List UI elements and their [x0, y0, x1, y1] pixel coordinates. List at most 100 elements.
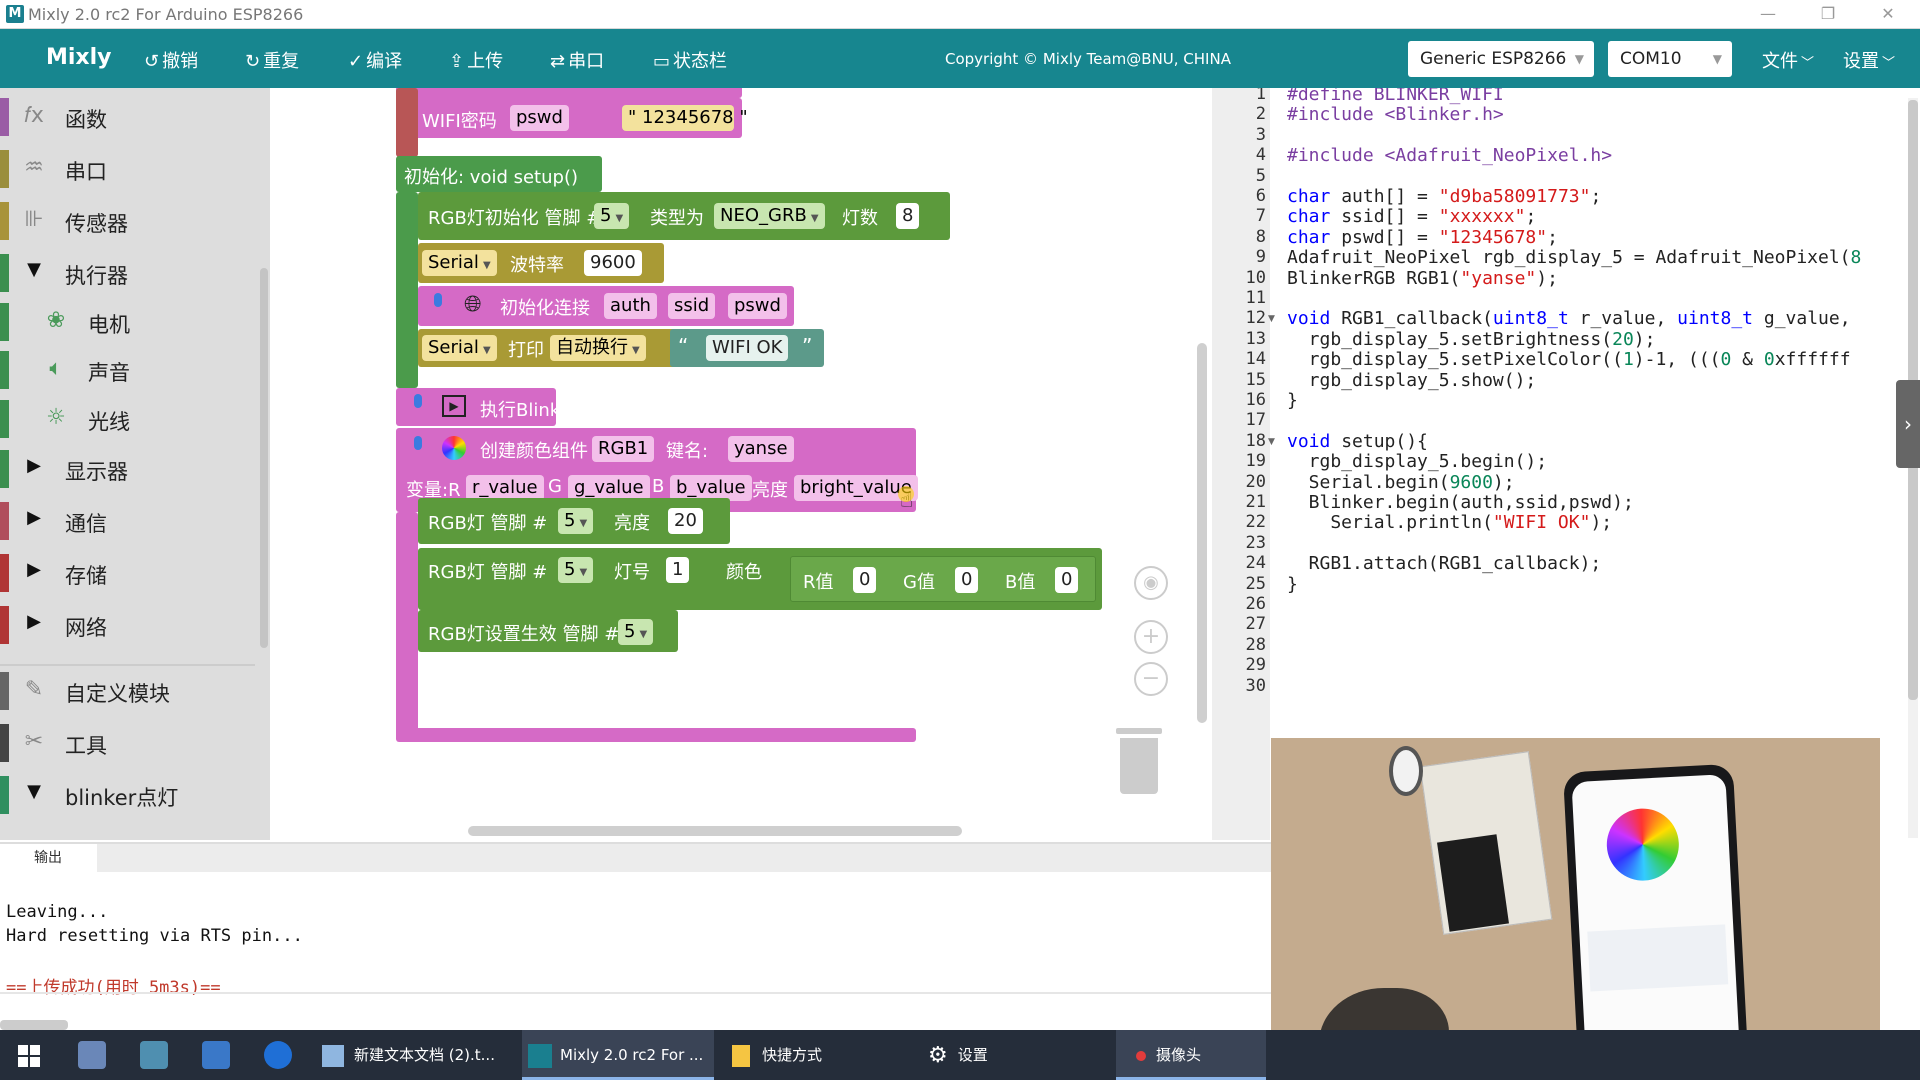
wifi-ssid-block[interactable] — [396, 88, 742, 98]
serial-button[interactable]: ⇄ 串口 — [550, 47, 604, 73]
output-scrollbar[interactable] — [0, 1020, 68, 1030]
line-number: 3 — [1255, 124, 1266, 145]
rgb-init-pin-select[interactable]: 5 ▼ — [594, 203, 630, 229]
sidebar-item-label: 光线 — [88, 410, 130, 434]
workspace-horizontal-scrollbar[interactable] — [468, 826, 962, 836]
r-val[interactable]: 0 — [853, 567, 877, 593]
sidebar-scrollbar[interactable] — [260, 268, 268, 648]
rgb-brightness-value[interactable]: 20 — [668, 508, 703, 534]
panel-toggle-chevron-icon[interactable]: › — [1896, 380, 1920, 468]
brand-logo[interactable]: Mixly — [46, 45, 112, 70]
rgb-init-block[interactable]: RGB灯初始化 管脚 # 5 ▼ 类型为 NEO_GRB ▼ 灯数 8 — [418, 192, 950, 240]
rgb-brightness-pin-select[interactable]: 5 ▼ — [558, 508, 594, 534]
sidebar-item-sound[interactable]: 🔈︎ 声音 — [0, 347, 260, 393]
line-number: 24 — [1245, 553, 1266, 574]
file-menu-label: 文件 — [1762, 51, 1798, 72]
rgb-color-block[interactable]: RGB灯 管脚 # 5 ▼ 灯号 1 颜色 R值 0 G值 0 B值 0 — [418, 548, 1102, 610]
start-windows-icon[interactable] — [18, 1045, 40, 1067]
workspace-vertical-scrollbar[interactable] — [1197, 343, 1207, 723]
auth-var[interactable]: auth — [604, 293, 657, 319]
compile-button[interactable]: ✓ 编译 — [348, 47, 402, 73]
run-blinker-block[interactable]: ▶ 执行Blinker — [396, 388, 578, 426]
g-val[interactable]: 0 — [955, 567, 979, 593]
port-select[interactable]: COM10 ▼ — [1608, 41, 1732, 77]
blinker-init-block[interactable]: 🌐︎ 初始化连接 auth ssid pswd — [418, 286, 794, 326]
line-number: 20 — [1245, 471, 1266, 492]
baud-value[interactable]: 9600 — [584, 250, 642, 276]
wifi-password-var[interactable]: pswd — [510, 105, 569, 131]
serial-baud-block[interactable]: Serial ▼ 波特率 9600 — [418, 243, 664, 283]
taskbar-item-shortcut[interactable]: 快捷方式 — [728, 1030, 890, 1080]
taskbar-item-settings[interactable]: ⚙ 设置 — [928, 1030, 1090, 1080]
sidebar-item-network[interactable]: ▶ 网络 — [0, 602, 260, 648]
taskbar-item-camera[interactable]: 摄像头 — [1116, 1030, 1266, 1080]
fold-arrow-icon[interactable]: ▼ — [1268, 314, 1275, 324]
rgb-color-num[interactable]: 1 — [666, 557, 690, 583]
maximize-button[interactable]: ❐ — [1806, 3, 1850, 25]
sidebar-item-light[interactable]: ☼ 光线 — [0, 396, 260, 442]
setup-block[interactable]: 初始化: void setup() — [396, 156, 602, 192]
color-component-spine — [396, 512, 418, 736]
file-menu[interactable]: 文件 ﹀ — [1762, 47, 1814, 73]
fold-arrow-icon[interactable]: ▼ — [1268, 437, 1275, 447]
wifi-password-block[interactable]: WIFI密码 pswd " 12345678 " — [396, 98, 748, 138]
sidebar-item-custom[interactable]: ✎ 自定义模块 — [0, 668, 260, 714]
serial-print-block[interactable]: Serial ▼ 打印 自动换行 ▼ — [418, 329, 676, 367]
rgb-show-pin-select[interactable]: 5 ▼ — [618, 619, 654, 645]
serial-select[interactable]: Serial ▼ — [422, 335, 497, 361]
color-component-name[interactable]: RGB1 — [592, 436, 655, 462]
board-select[interactable]: Generic ESP8266 ▼ — [1408, 41, 1594, 77]
pswd-var[interactable]: pswd — [728, 293, 787, 319]
tab-output[interactable]: 输出 — [0, 844, 97, 872]
text-block[interactable]: “ WIFI OK ” — [670, 329, 824, 367]
statusbar-button[interactable]: ▭ 状态栏 — [653, 47, 727, 73]
design-app-icon[interactable] — [140, 1041, 168, 1069]
trash-icon[interactable] — [1116, 728, 1162, 796]
sidebar-item-function[interactable]: 𝑓x 函数 — [0, 94, 260, 140]
init-connect-label: 初始化连接 — [500, 298, 590, 319]
rgb-init-type-select[interactable]: NEO_GRB ▼ — [714, 203, 825, 229]
rgb-init-count[interactable]: 8 — [896, 203, 920, 229]
rgb-show-block[interactable]: RGB灯设置生效 管脚 # 5 ▼ — [418, 610, 678, 652]
b-val[interactable]: 0 — [1055, 567, 1079, 593]
wifi-password-string[interactable]: " 12345678 " — [622, 105, 748, 131]
calculator-icon[interactable] — [202, 1041, 230, 1069]
rgb-values-block[interactable]: R值 0 G值 0 B值 0 — [790, 556, 1096, 602]
print-text[interactable]: WIFI OK — [706, 335, 789, 361]
code-line: #include <Blinker.h> — [1287, 104, 1504, 126]
key-name[interactable]: yanse — [728, 436, 794, 462]
rgb-color-pin-select[interactable]: 5 ▼ — [558, 557, 594, 583]
minimize-button[interactable]: — — [1746, 3, 1790, 25]
undo-button[interactable]: ↺ 撤销 — [144, 47, 198, 73]
sidebar-item-blinker[interactable]: ▼ blinker点灯 — [0, 772, 260, 818]
sidebar-item-sensor[interactable]: ⊪ 传感器 — [0, 198, 260, 244]
settings-menu[interactable]: 设置 ﹀ — [1843, 47, 1895, 73]
upload-button[interactable]: ⇪ 上传 — [449, 47, 503, 73]
sidebar-item-actuator[interactable]: ▼ 执行器 — [0, 250, 260, 296]
sidebar-item-tools[interactable]: ✂ 工具 — [0, 720, 260, 766]
sidebar-item-storage[interactable]: ▶ 存储 — [0, 550, 260, 596]
ssid-var[interactable]: ssid — [668, 293, 716, 319]
zoom-in-icon[interactable]: + — [1134, 620, 1168, 654]
sidebar-item-label: 存储 — [65, 564, 107, 588]
print-mode-select[interactable]: 自动换行 ▼ — [550, 335, 646, 361]
code-editor[interactable]: 1 2 3 4 5 6 7 8 9 10 11 12 ▼ 13 14 15 16 17 18 ▼ 19 20 21 22 23 2… — [1218, 88, 1920, 840]
sidebar-item-display[interactable]: ▶ 显示器 — [0, 446, 260, 492]
taskbar-item-notepad[interactable]: 新建文本文档 (2).t... — [322, 1030, 504, 1080]
paint-app-icon[interactable] — [78, 1041, 106, 1069]
serial-select[interactable]: Serial ▼ — [422, 250, 497, 276]
rgb-brightness-block[interactable]: RGB灯 管脚 # 5 ▼ 亮度 20 — [418, 498, 730, 544]
expand-triangle-icon: ▶ — [27, 611, 41, 632]
redo-button[interactable]: ↻ 重复 — [245, 47, 299, 73]
recenter-icon[interactable]: ◉ — [1134, 566, 1168, 600]
close-button[interactable]: ✕ — [1866, 3, 1910, 25]
serial-port-icon: ⇄ — [550, 51, 566, 72]
sidebar-item-comm[interactable]: ▶ 通信 — [0, 498, 260, 544]
sidebar-item-serial[interactable]: ♒ 串口 — [0, 146, 260, 192]
block-workspace[interactable]: WIFI密码 pswd " 12345678 " 初始化: void setup… — [270, 88, 1212, 840]
motor-icon: ❀ — [46, 308, 66, 333]
browser-icon[interactable] — [264, 1041, 292, 1069]
taskbar-item-mixly[interactable]: Mixly 2.0 rc2 For ... — [522, 1030, 714, 1080]
sidebar-item-motor[interactable]: ❀ 电机 — [0, 299, 260, 345]
zoom-out-icon[interactable]: − — [1134, 662, 1168, 696]
